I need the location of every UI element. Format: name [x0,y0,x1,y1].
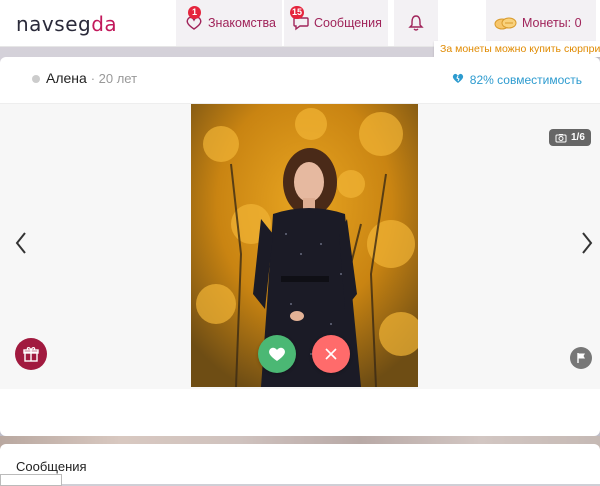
bell-icon [408,14,424,32]
like-button[interactable] [258,335,296,373]
photo-counter-text: 1/6 [571,132,585,143]
photo-area: 1/6 [0,104,600,389]
dislike-button[interactable] [312,335,350,373]
compatibility[interactable]: 82% совместимость [452,72,582,87]
profile-photo[interactable] [191,104,418,387]
profile-age: · 20 лет [90,71,138,86]
coins-label: Монеты: 0 [522,16,582,30]
top-bar: navsegda Знакомства 1 Сообщения 15 Монет… [0,0,600,47]
messages-title: Сообщения [16,459,87,474]
profile-name-text: Алена [46,70,87,86]
gift-button[interactable] [15,338,47,370]
bottom-input-fragment[interactable] [0,474,62,486]
nav-dating-label: Знакомства [208,16,276,30]
flag-icon [577,353,585,363]
logo-text: navseg [16,12,92,36]
online-status-dot [32,75,40,83]
next-photo-arrow[interactable] [575,228,599,258]
report-button[interactable] [570,347,592,369]
camera-icon [555,133,567,142]
nav-coins[interactable]: Монеты: 0 [486,0,596,46]
logo[interactable]: navsegda [16,12,117,36]
coins-icon [494,15,518,31]
nav-messages-label: Сообщения [314,16,382,30]
profile-name[interactable]: Алена · 20 лет [46,70,137,86]
profile-header: Алена · 20 лет 82% совместимость [0,57,600,104]
dating-badge: 1 [188,6,201,19]
close-icon [325,348,337,360]
chevron-right-icon [582,232,593,254]
gift-icon [23,347,39,362]
profile-card: Алена · 20 лет 82% совместимость 1/6 [0,57,600,436]
messages-panel: Сообщения [0,444,600,484]
messages-badge: 15 [290,6,305,19]
nav-notifications[interactable] [394,0,438,46]
nav-messages[interactable]: Сообщения 15 [284,0,388,46]
compatibility-text: 82% совместимость [469,72,582,87]
logo-accent-text: da [91,12,118,36]
woman-autumn-photo [191,104,418,387]
heart-icon [269,347,285,361]
chevron-left-icon [15,232,26,254]
broken-heart-icon [452,72,464,87]
nav-dating[interactable]: Знакомства 1 [176,0,282,46]
coins-hint-tooltip: За монеты можно купить сюрпризы [434,41,600,57]
prev-photo-arrow[interactable] [9,228,33,258]
photo-counter: 1/6 [549,129,591,146]
